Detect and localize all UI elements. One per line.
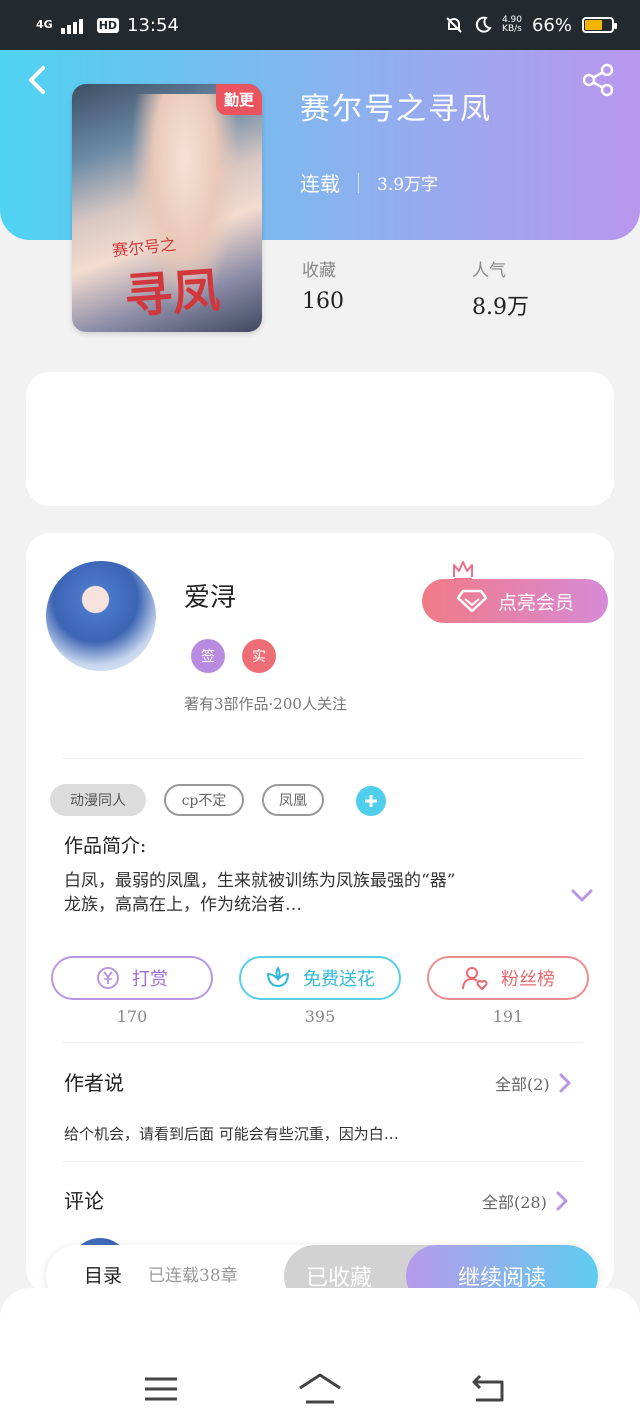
popularity-stat: 人气 8.9万 — [472, 256, 529, 321]
author-says-more-link[interactable]: 全部(2) — [495, 1071, 572, 1095]
reward-count: 170 — [116, 1007, 148, 1026]
home-icon[interactable] — [298, 1372, 342, 1406]
book-status-row: 连载 3.9万字 — [300, 168, 438, 197]
popularity-label: 人气 — [472, 261, 506, 281]
clock: 13:54 — [127, 14, 179, 36]
chevron-right-icon — [556, 1191, 568, 1211]
flower-label: 免费送花 — [303, 969, 375, 990]
favorites-value: 160 — [302, 289, 344, 314]
intro-line: 龙族，高高在上，作为统治者… — [64, 895, 302, 915]
divider — [62, 1161, 582, 1162]
fans-ranking-button[interactable]: 粉丝榜 — [427, 956, 589, 1000]
signed-badge: 签 — [191, 639, 225, 673]
menu-icon[interactable] — [141, 1372, 181, 1406]
chevron-left-icon — [29, 66, 45, 94]
author-name[interactable]: 爱浔 — [184, 577, 236, 614]
book-title: 赛尔号之寻凤 — [300, 92, 492, 127]
update-tag: 勤更 — [215, 84, 262, 115]
expand-intro-button[interactable] — [570, 887, 594, 905]
tag-chip[interactable]: 动漫同人 — [50, 784, 146, 816]
network-speed: 4.90 KB/s — [501, 15, 522, 34]
diamond-icon — [456, 589, 488, 613]
plus-icon — [365, 795, 377, 807]
activate-vip-button[interactable]: 点亮会员 — [422, 579, 608, 623]
chevron-right-icon — [559, 1073, 571, 1093]
fans-count: 191 — [492, 1007, 524, 1026]
hd-indicator: HD — [96, 17, 120, 33]
send-flower-button[interactable]: 免费送花 — [239, 956, 401, 1000]
cover-title: 寻凤 — [122, 262, 223, 326]
divider — [358, 172, 359, 193]
share-button[interactable] — [580, 62, 616, 98]
favorites-label: 收藏 — [302, 261, 336, 281]
serial-status: 连载 — [300, 172, 340, 196]
popularity-value: 8.9万 — [472, 295, 529, 320]
book-detail-card: 爱浔 签 实 著有3部作品·200人关注 点亮会员 动漫同人 cp不定 凤凰 作… — [26, 533, 614, 1293]
intro-title: 作品简介: — [64, 835, 147, 857]
favorites-stat: 收藏 160 — [302, 256, 344, 314]
mute-bell-icon — [446, 17, 462, 33]
network-indicator: 4G — [36, 18, 53, 31]
fans-label: 粉丝榜 — [501, 969, 555, 990]
yen-coin-icon — [97, 967, 119, 989]
author-avatar[interactable] — [46, 561, 156, 671]
comments-more-link[interactable]: 全部(28) — [482, 1189, 569, 1213]
chevron-down-icon — [571, 889, 593, 902]
vip-button-label: 点亮会员 — [497, 591, 574, 614]
share-icon — [582, 63, 614, 97]
battery-icon — [582, 17, 617, 33]
comments-title: 评论 — [64, 1189, 104, 1213]
system-nav-bar — [0, 1288, 640, 1427]
tag-chip[interactable]: 凤凰 — [262, 784, 324, 816]
comments-more-label: 全部(28) — [482, 1193, 547, 1212]
divider — [62, 1042, 582, 1043]
signal-icon — [60, 19, 83, 34]
divider — [62, 758, 582, 759]
back-button[interactable] — [22, 62, 52, 98]
add-tag-button[interactable] — [356, 786, 386, 816]
author-meta: 著有3部作品·200人关注 — [184, 695, 347, 713]
reward-label: 打赏 — [132, 969, 168, 990]
author-says-title: 作者说 — [64, 1071, 124, 1095]
book-cover[interactable]: 勤更 赛尔号之 寻凤 — [72, 84, 262, 332]
ad-placeholder-card — [26, 372, 614, 506]
flower-count: 395 — [304, 1007, 336, 1026]
status-bar: 4G HD 13:54 4.90 KB/s 66% — [0, 0, 640, 50]
crown-icon — [453, 561, 473, 580]
moon-icon — [475, 16, 492, 33]
tag-chip[interactable]: cp不定 — [164, 784, 244, 816]
intro-text[interactable]: 白凤，最弱的凤凰，生来就被训练为凤族最强的“器” 龙族，高高在上，作为统治者… — [64, 869, 564, 917]
author-says-text[interactable]: 给个机会，请看到后面 可能会有些沉重，因为白… — [64, 1123, 399, 1144]
reward-button[interactable]: 打赏 — [51, 956, 213, 1000]
user-heart-icon — [462, 967, 488, 990]
word-count: 3.9万字 — [377, 175, 439, 195]
verified-badge: 实 — [242, 639, 276, 673]
battery-percent: 66% — [531, 14, 572, 36]
intro-line: 白凤，最弱的凤凰，生来就被训练为凤族最强的“器” — [64, 871, 456, 891]
author-says-more-label: 全部(2) — [495, 1075, 550, 1094]
back-nav-icon[interactable] — [470, 1372, 510, 1406]
flower-icon — [267, 966, 289, 987]
